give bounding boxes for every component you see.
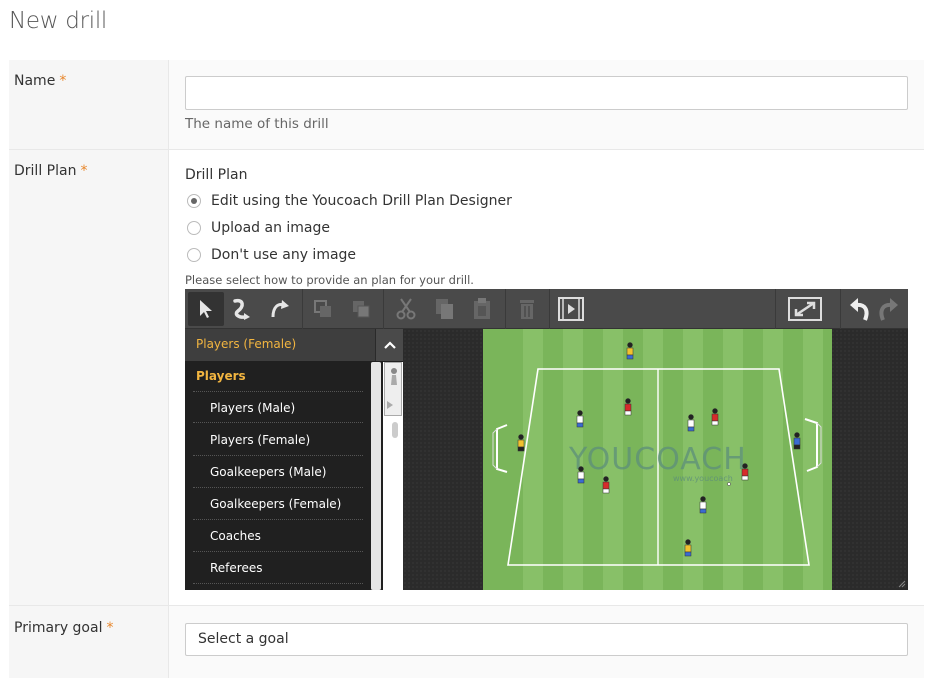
name-row: Name * The name of this drill bbox=[9, 60, 924, 150]
name-label-cell: Name * bbox=[9, 60, 169, 149]
player-red[interactable] bbox=[741, 463, 749, 481]
animation-film-icon[interactable] bbox=[553, 292, 589, 326]
player-red[interactable] bbox=[602, 476, 610, 494]
undo-icon[interactable] bbox=[845, 292, 875, 326]
chevron-up-icon[interactable] bbox=[375, 329, 403, 361]
select-arrow-icon[interactable] bbox=[188, 292, 224, 326]
required-mark: * bbox=[59, 73, 67, 89]
youcoach-watermark-url: www.youcoach bbox=[673, 474, 733, 483]
toolbar-divider bbox=[505, 289, 506, 329]
player-red[interactable] bbox=[624, 398, 632, 416]
youcoach-watermark: YOUCOACH bbox=[568, 442, 747, 477]
page-title: New drill bbox=[9, 8, 108, 34]
goalkeeper-yellow[interactable] bbox=[517, 434, 525, 452]
arc-arrow-icon[interactable] bbox=[262, 292, 298, 326]
primary-goal-label-cell: Primary goal * bbox=[9, 606, 169, 678]
element-preview[interactable] bbox=[384, 362, 402, 416]
player-white[interactable] bbox=[687, 414, 695, 432]
radio-button[interactable] bbox=[187, 194, 201, 208]
library-selected-category: Players (Female) bbox=[196, 337, 297, 351]
player-white[interactable] bbox=[576, 410, 584, 428]
name-input[interactable] bbox=[185, 76, 908, 110]
radio-button[interactable] bbox=[187, 248, 201, 262]
resize-handle-icon[interactable] bbox=[898, 580, 906, 588]
name-help: The name of this drill bbox=[185, 116, 329, 132]
required-mark: * bbox=[80, 163, 88, 179]
drill-canvas[interactable]: YOUCOACH www.youcoach bbox=[483, 329, 832, 590]
player-yellow[interactable] bbox=[626, 342, 634, 360]
name-label-text: Name bbox=[14, 73, 56, 89]
toolbar-divider bbox=[302, 289, 303, 329]
redo-icon[interactable] bbox=[873, 292, 903, 326]
send-backward-icon[interactable] bbox=[343, 292, 379, 326]
library-item[interactable]: Goalkeepers (Male) bbox=[193, 456, 363, 488]
paste-icon[interactable] bbox=[464, 292, 500, 326]
preview-scroll-thumb[interactable] bbox=[392, 422, 398, 438]
toolbar-divider bbox=[383, 289, 384, 329]
radio-upload-image[interactable]: Upload an image bbox=[187, 220, 330, 236]
radio-designer[interactable]: Edit using the Youcoach Drill Plan Desig… bbox=[187, 193, 512, 209]
fullscreen-icon[interactable] bbox=[785, 292, 825, 326]
delete-icon[interactable] bbox=[509, 292, 545, 326]
radio-no-image[interactable]: Don't use any image bbox=[187, 247, 356, 263]
toolbar-divider bbox=[775, 289, 776, 329]
bring-forward-icon[interactable] bbox=[305, 292, 341, 326]
drill-plan-designer[interactable]: Players (Female) Players Players (Male) … bbox=[185, 289, 908, 590]
drill-plan-row: Drill Plan * Drill Plan Edit using the Yo… bbox=[9, 150, 924, 606]
player-red[interactable] bbox=[711, 408, 719, 426]
library-item[interactable]: Referees bbox=[193, 552, 363, 584]
drill-plan-label: Drill Plan * bbox=[14, 163, 87, 179]
drill-plan-label-text: Drill Plan bbox=[14, 163, 77, 179]
primary-goal-label: Primary goal * bbox=[14, 620, 113, 636]
toolbar-divider bbox=[549, 289, 550, 329]
player-yellow[interactable] bbox=[684, 539, 692, 557]
radio-label: Upload an image bbox=[211, 220, 331, 236]
primary-goal-label-text: Primary goal bbox=[14, 620, 103, 636]
library-item[interactable]: Players (Male) bbox=[193, 391, 363, 423]
copy-icon[interactable] bbox=[426, 292, 462, 326]
primary-goal-row: Primary goal * Select a goal bbox=[9, 606, 924, 678]
library-category-players[interactable]: Players bbox=[196, 369, 246, 383]
radio-label: Don't use any image bbox=[211, 247, 357, 263]
library-item[interactable]: Goalkeepers (Female) bbox=[193, 488, 363, 520]
radio-button[interactable] bbox=[187, 221, 201, 235]
cut-icon[interactable] bbox=[388, 292, 424, 326]
primary-goal-select[interactable]: Select a goal bbox=[185, 623, 908, 656]
drill-plan-help: Please select how to provide an plan for… bbox=[185, 273, 474, 287]
library-item[interactable]: Coaches bbox=[193, 520, 363, 552]
name-label: Name * bbox=[14, 73, 66, 89]
element-library-panel: Players (Female) Players Players (Male) … bbox=[185, 329, 403, 590]
required-mark: * bbox=[106, 620, 114, 636]
library-item[interactable]: Players (Female) bbox=[193, 424, 363, 456]
drill-plan-heading: Drill Plan bbox=[185, 167, 248, 183]
goalkeeper-blue[interactable] bbox=[793, 432, 801, 450]
radio-label: Edit using the Youcoach Drill Plan Desig… bbox=[211, 193, 512, 209]
curved-arrow-icon[interactable] bbox=[225, 292, 261, 326]
ball-icon[interactable] bbox=[727, 482, 731, 486]
library-header[interactable]: Players (Female) bbox=[185, 329, 403, 361]
element-preview-strip[interactable] bbox=[383, 362, 403, 590]
player-white[interactable] bbox=[577, 466, 585, 484]
designer-toolbar bbox=[185, 289, 908, 329]
library-scrollbar-thumb[interactable] bbox=[371, 362, 381, 590]
drill-plan-label-cell: Drill Plan * bbox=[9, 150, 169, 605]
player-white[interactable] bbox=[699, 496, 707, 514]
toolbar-divider bbox=[840, 289, 841, 329]
